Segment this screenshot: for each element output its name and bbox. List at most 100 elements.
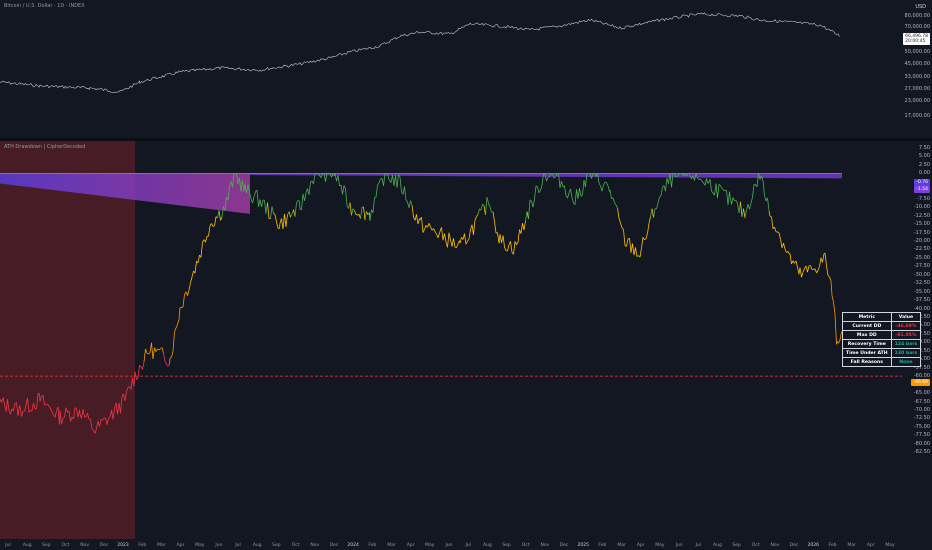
price-tick: 45,000.00 [904, 61, 930, 67]
time-tick: Sep [272, 543, 281, 548]
metrics-table: Metric Value Current DD -46.69% Max DD -81.… [842, 312, 922, 367]
metrics-header-metric: Metric [842, 312, 892, 322]
metric-value: None [890, 357, 922, 367]
drawdown-tick: -35.00 [913, 288, 930, 295]
time-tick: Apr [176, 543, 185, 548]
time-tick: Feb [138, 543, 147, 548]
time-tick: Nov [540, 543, 550, 548]
time-tick: Jun [215, 543, 223, 548]
time-tick: Aug [22, 543, 32, 548]
price-axis[interactable]: USD 80,000.0070,000.0060,000.0050,000.00… [902, 0, 932, 137]
price-pane[interactable]: Bitcoin / U.S. Dollar · 1D · INDEX [0, 0, 902, 137]
drawdown-tick: -27.50 [913, 263, 930, 270]
time-tick: Dec [99, 543, 109, 548]
drawdown-tick: 5.00 [918, 153, 930, 160]
metric-value: -46.69% [890, 321, 922, 331]
metric-value: -81.05% [890, 330, 922, 340]
metrics-row: Time Under ATH 130 bars [842, 348, 922, 358]
underwater-zone [0, 141, 135, 539]
ath-tag-top: -0.76 [914, 179, 930, 186]
metric-label: Fall Reasons [842, 357, 892, 367]
time-tick: 2023 [117, 543, 129, 548]
time-tick: Dec [789, 543, 799, 548]
time-tick: Feb [598, 543, 607, 548]
drawdown-tick: -20.00 [913, 237, 930, 244]
price-tick: 50,000.00 [904, 49, 930, 55]
time-tick: Mar [847, 543, 856, 548]
time-tick: Sep [42, 543, 51, 548]
drawdown-chart[interactable] [0, 141, 902, 539]
drawdown-tick: 7.50 [918, 145, 930, 151]
metrics-header-row: Metric Value [842, 312, 922, 322]
time-tick: Jul [695, 543, 701, 548]
time-tick: Oct [521, 543, 530, 548]
current-drawdown-tag: -46.69 [911, 379, 930, 386]
drawdown-tick: -70.00 [913, 406, 930, 413]
metrics-row: Max DD -81.05% [842, 330, 922, 340]
price-tick: 23,000.00 [904, 98, 930, 104]
currency-label: USD [915, 4, 926, 10]
drawdown-tick: -80.00 [913, 440, 930, 447]
metric-value: 124 bars [890, 339, 922, 349]
drawdown-tick: -67.50 [913, 398, 930, 405]
price-tick: 17,000.00 [904, 113, 930, 119]
drawdown-tick: -15.00 [913, 221, 930, 228]
price-line [0, 12, 840, 93]
time-tick: Mar [157, 543, 166, 548]
drawdown-tick: -12.50 [913, 212, 930, 219]
time-tick: Feb [828, 543, 837, 548]
drawdown-tick: -40.00 [913, 305, 930, 312]
time-tick: Apr [866, 543, 875, 548]
price-tick: 70,000.00 [904, 24, 930, 30]
metric-label: Max DD [842, 330, 892, 340]
time-tick: Mar [617, 543, 626, 548]
time-tick: Sep [502, 543, 511, 548]
time-tick: 2025 [577, 543, 589, 548]
drawdown-pane[interactable]: ATH Drawdown | CipherDecoded [0, 141, 902, 539]
drawdown-tick: -82.50 [913, 449, 930, 456]
time-tick: Oct [751, 543, 760, 548]
time-tick: Dec [559, 543, 569, 548]
time-tick: Nov [310, 543, 320, 548]
time-tick: Nov [80, 543, 90, 548]
time-tick: May [885, 543, 895, 548]
time-tick: Aug [713, 543, 722, 548]
time-tick: May [195, 543, 205, 548]
price-tick: 80,000.00 [904, 13, 930, 19]
drawdown-tick: 2.50 [918, 161, 930, 168]
metric-label: Recovery Time [842, 339, 892, 349]
ath-tag-mid: -1.54 [914, 186, 930, 193]
price-chart[interactable] [0, 0, 902, 137]
time-tick: Oct [61, 543, 70, 548]
time-tick: Jul [235, 543, 241, 548]
indicator-title: ATH Drawdown | CipherDecoded [4, 144, 86, 150]
price-tick: 27,000.00 [904, 86, 930, 92]
last-price-time: 20:00:45 [905, 39, 926, 44]
drawdown-tick: -7.50 [917, 195, 930, 202]
metrics-row: Current DD -46.69% [842, 321, 922, 331]
time-tick: Feb [368, 543, 377, 548]
drawdown-tick: -65.00 [913, 390, 930, 397]
drawdown-tick: -22.50 [913, 246, 930, 253]
last-price-tag: 66,496.78 20:00:45 [903, 33, 930, 45]
time-tick: Aug [252, 543, 262, 548]
time-axis[interactable]: Jul Aug Sep Oct Nov Dec 2023 Feb Mar Apr May Jun Jul… [0, 540, 902, 550]
drawdown-tick: -10.00 [913, 204, 930, 211]
drawdown-tick: -25.00 [913, 254, 930, 261]
time-tick: May [655, 543, 665, 548]
time-tick: Aug [482, 543, 492, 548]
metrics-row: Fall Reasons None [842, 357, 922, 367]
time-tick: Dec [329, 543, 339, 548]
drawdown-tick: 0.00 [918, 170, 930, 177]
drawdown-tick: -77.50 [913, 432, 930, 439]
drawdown-tick: -37.50 [913, 297, 930, 304]
price-tick: 33,000.00 [904, 74, 930, 80]
drawdown-tick: -72.50 [913, 415, 930, 422]
time-tick: Jul [5, 543, 11, 548]
metric-value: 130 bars [890, 348, 922, 358]
drawdown-tick: -30.00 [913, 271, 930, 278]
time-tick: Jun [445, 543, 453, 548]
time-tick: Jul [465, 543, 471, 548]
time-tick: Nov [770, 543, 780, 548]
drawdown-tick: -17.50 [913, 229, 930, 236]
